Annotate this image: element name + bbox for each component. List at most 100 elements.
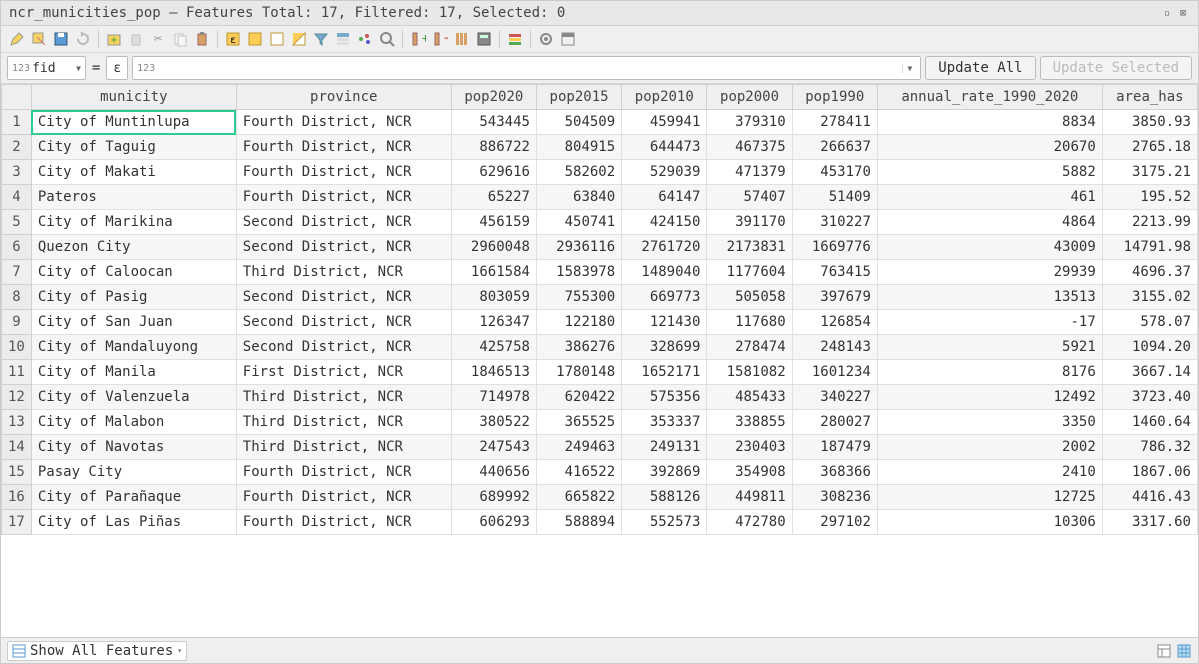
table-cell[interactable]: Fourth District, NCR xyxy=(236,160,451,185)
table-row[interactable]: 4PaterosFourth District, NCR652276384064… xyxy=(2,185,1198,210)
table-cell[interactable]: 714978 xyxy=(451,385,536,410)
table-cell[interactable]: City of Manila xyxy=(31,360,236,385)
table-cell[interactable]: 386276 xyxy=(536,335,621,360)
update-all-button[interactable]: Update All xyxy=(925,56,1035,80)
table-row[interactable]: 9City of San JuanSecond District, NCR126… xyxy=(2,310,1198,335)
table-cell[interactable]: 122180 xyxy=(536,310,621,335)
table-cell[interactable]: 248143 xyxy=(792,335,877,360)
table-cell[interactable]: 1581082 xyxy=(707,360,792,385)
table-row[interactable]: 6Quezon CitySecond District, NCR29600482… xyxy=(2,235,1198,260)
table-cell[interactable]: 4864 xyxy=(877,210,1102,235)
row-number-header[interactable] xyxy=(2,85,32,110)
table-cell[interactable]: City of Valenzuela xyxy=(31,385,236,410)
table-cell[interactable]: 308236 xyxy=(792,485,877,510)
move-selection-top-icon[interactable] xyxy=(333,29,353,49)
table-row[interactable]: 16City of ParañaqueFourth District, NCR6… xyxy=(2,485,1198,510)
table-cell[interactable]: Second District, NCR xyxy=(236,310,451,335)
row-number[interactable]: 3 xyxy=(2,160,32,185)
table-cell[interactable]: 416522 xyxy=(536,460,621,485)
table-cell[interactable]: First District, NCR xyxy=(236,360,451,385)
table-cell[interactable]: 582602 xyxy=(536,160,621,185)
select-expr-icon[interactable]: ε xyxy=(223,29,243,49)
new-column-icon[interactable]: + xyxy=(408,29,428,49)
table-cell[interactable]: 2960048 xyxy=(451,235,536,260)
table-cell[interactable]: 453170 xyxy=(792,160,877,185)
actions-icon[interactable] xyxy=(536,29,556,49)
table-cell[interactable]: 578.07 xyxy=(1102,310,1197,335)
row-number[interactable]: 9 xyxy=(2,310,32,335)
column-header[interactable]: annual_rate_1990_2020 xyxy=(877,85,1102,110)
table-cell[interactable]: 461 xyxy=(877,185,1102,210)
delete-column-icon[interactable]: − xyxy=(430,29,450,49)
delete-feature-icon[interactable] xyxy=(126,29,146,49)
close-icon[interactable]: ⊠ xyxy=(1176,6,1190,20)
table-cell[interactable]: Fourth District, NCR xyxy=(236,185,451,210)
table-cell[interactable]: 353337 xyxy=(622,410,707,435)
table-cell[interactable]: 543445 xyxy=(451,110,536,135)
paste-icon[interactable] xyxy=(192,29,212,49)
table-cell[interactable]: 63840 xyxy=(536,185,621,210)
cut-icon[interactable]: ✂ xyxy=(148,29,168,49)
table-cell[interactable]: 3175.21 xyxy=(1102,160,1197,185)
table-cell[interactable]: 338855 xyxy=(707,410,792,435)
table-cell[interactable]: -17 xyxy=(877,310,1102,335)
table-cell[interactable]: Fourth District, NCR xyxy=(236,135,451,160)
table-cell[interactable]: 280027 xyxy=(792,410,877,435)
table-cell[interactable]: 368366 xyxy=(792,460,877,485)
row-number[interactable]: 10 xyxy=(2,335,32,360)
table-row[interactable]: 2City of TaguigFourth District, NCR88672… xyxy=(2,135,1198,160)
column-header[interactable]: province xyxy=(236,85,451,110)
table-cell[interactable]: 5882 xyxy=(877,160,1102,185)
table-cell[interactable]: 1583978 xyxy=(536,260,621,285)
row-number[interactable]: 8 xyxy=(2,285,32,310)
invert-select-icon[interactable] xyxy=(289,29,309,49)
table-cell[interactable]: 392869 xyxy=(622,460,707,485)
table-cell[interactable]: 249463 xyxy=(536,435,621,460)
column-header[interactable]: pop1990 xyxy=(792,85,877,110)
table-cell[interactable]: 12725 xyxy=(877,485,1102,510)
table-cell[interactable]: Fourth District, NCR xyxy=(236,110,451,135)
table-cell[interactable]: 588126 xyxy=(622,485,707,510)
deselect-icon[interactable] xyxy=(267,29,287,49)
conditional-format-icon[interactable] xyxy=(505,29,525,49)
table-cell[interactable]: Third District, NCR xyxy=(236,260,451,285)
table-cell[interactable]: 450741 xyxy=(536,210,621,235)
table-cell[interactable]: City of Marikina xyxy=(31,210,236,235)
table-cell[interactable]: 117680 xyxy=(707,310,792,335)
table-cell[interactable]: 4696.37 xyxy=(1102,260,1197,285)
table-cell[interactable]: 2173831 xyxy=(707,235,792,260)
table-cell[interactable]: 328699 xyxy=(622,335,707,360)
minimize-icon[interactable]: ▫ xyxy=(1160,6,1174,20)
table-cell[interactable]: Second District, NCR xyxy=(236,335,451,360)
table-cell[interactable]: City of San Juan xyxy=(31,310,236,335)
row-number[interactable]: 16 xyxy=(2,485,32,510)
table-cell[interactable]: 629616 xyxy=(451,160,536,185)
table-cell[interactable]: 763415 xyxy=(792,260,877,285)
row-number[interactable]: 5 xyxy=(2,210,32,235)
table-cell[interactable]: City of Navotas xyxy=(31,435,236,460)
table-cell[interactable]: 669773 xyxy=(622,285,707,310)
table-cell[interactable]: 14791.98 xyxy=(1102,235,1197,260)
dock-icon[interactable] xyxy=(558,29,578,49)
table-cell[interactable]: 379310 xyxy=(707,110,792,135)
table-cell[interactable]: 644473 xyxy=(622,135,707,160)
table-cell[interactable]: 13513 xyxy=(877,285,1102,310)
table-cell[interactable]: 665822 xyxy=(536,485,621,510)
table-cell[interactable]: 20670 xyxy=(877,135,1102,160)
table-cell[interactable]: 64147 xyxy=(622,185,707,210)
table-cell[interactable]: 43009 xyxy=(877,235,1102,260)
table-cell[interactable]: 195.52 xyxy=(1102,185,1197,210)
table-cell[interactable]: Quezon City xyxy=(31,235,236,260)
table-cell[interactable]: City of Parañaque xyxy=(31,485,236,510)
table-cell[interactable]: 249131 xyxy=(622,435,707,460)
table-cell[interactable]: 505058 xyxy=(707,285,792,310)
multi-edit-icon[interactable] xyxy=(29,29,49,49)
table-cell[interactable]: 1661584 xyxy=(451,260,536,285)
table-cell[interactable]: Third District, NCR xyxy=(236,385,451,410)
table-cell[interactable]: Pateros xyxy=(31,185,236,210)
table-cell[interactable]: 297102 xyxy=(792,510,877,535)
table-cell[interactable]: 1780148 xyxy=(536,360,621,385)
table-cell[interactable]: 3155.02 xyxy=(1102,285,1197,310)
table-row[interactable]: 11City of ManilaFirst District, NCR18465… xyxy=(2,360,1198,385)
row-number[interactable]: 1 xyxy=(2,110,32,135)
